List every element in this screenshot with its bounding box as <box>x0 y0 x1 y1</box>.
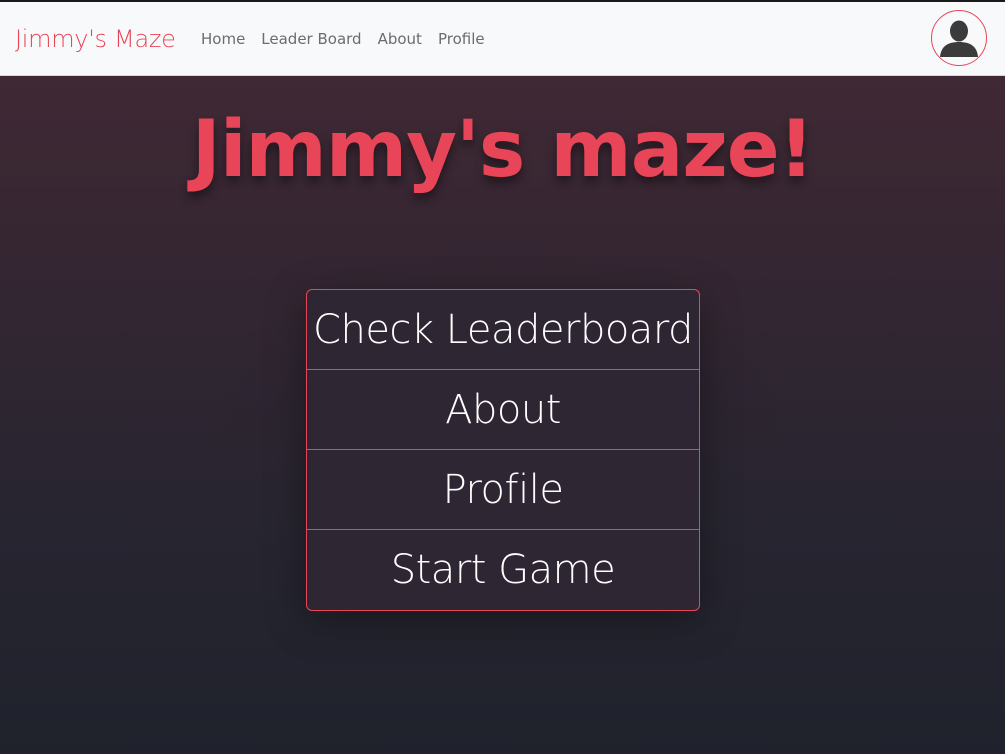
menu-about-button[interactable]: About <box>307 370 699 450</box>
menu-check-leaderboard-button[interactable]: Check Leaderboard <box>307 290 699 370</box>
nav-link-about[interactable]: About <box>378 29 422 49</box>
page-title: Jimmy's maze! <box>191 105 814 195</box>
profile-avatar-button[interactable] <box>931 10 987 66</box>
navbar: Jimmy's Maze Home Leader Board About Pro… <box>0 2 1005 76</box>
menu-profile-button[interactable]: Profile <box>307 450 699 530</box>
brand-link[interactable]: Jimmy's Maze <box>15 23 176 55</box>
nav-links: Home Leader Board About Profile <box>201 29 485 49</box>
menu-start-game-button[interactable]: Start Game <box>307 530 699 610</box>
nav-link-home[interactable]: Home <box>201 29 245 49</box>
nav-link-leader-board[interactable]: Leader Board <box>261 29 361 49</box>
user-avatar-icon <box>940 20 978 57</box>
main-menu: Check Leaderboard About Profile Start Ga… <box>306 289 700 611</box>
nav-link-profile[interactable]: Profile <box>438 29 485 49</box>
